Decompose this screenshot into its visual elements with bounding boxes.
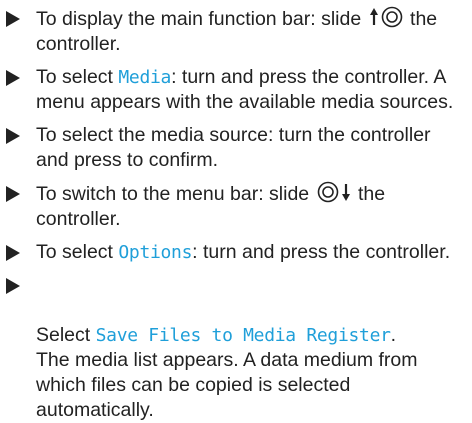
step-text: To select: [36, 66, 119, 88]
menu-term-media: Media: [118, 67, 172, 88]
bullet-icon: [6, 70, 20, 86]
slide-up-controller-icon: [369, 6, 403, 28]
step-text: To select the media source: turn the con…: [36, 124, 431, 171]
bullet-icon: [6, 245, 20, 261]
step-1: To display the main function bar: slide …: [6, 6, 464, 57]
step-3: To select the media source: turn the con…: [6, 123, 464, 173]
step-text: To select: [36, 241, 119, 263]
step-5: To select Options: turn and press the co…: [6, 240, 464, 265]
step-text: Select: [36, 324, 96, 346]
step-2: To select Media: turn and press the cont…: [6, 65, 464, 115]
bullet-icon: [6, 11, 20, 27]
bullet-icon: [6, 278, 20, 294]
step-text: To display the main function bar: slide: [36, 8, 367, 30]
step-4: To switch to the menu bar: slide the con…: [6, 181, 464, 232]
bullet-icon: [6, 186, 20, 202]
bullet-icon: [6, 128, 20, 144]
step-text: : turn and press the controller.: [192, 241, 451, 263]
step-text: To switch to the menu bar: slide: [36, 183, 315, 205]
menu-term-options: Options: [118, 242, 193, 263]
step-6: Select Save Files to Media Register. The…: [6, 273, 464, 423]
menu-term-save-files: Save Files to Media Register: [95, 325, 391, 346]
slide-down-controller-icon: [317, 181, 351, 203]
instruction-list: To display the main function bar: slide …: [0, 0, 472, 423]
